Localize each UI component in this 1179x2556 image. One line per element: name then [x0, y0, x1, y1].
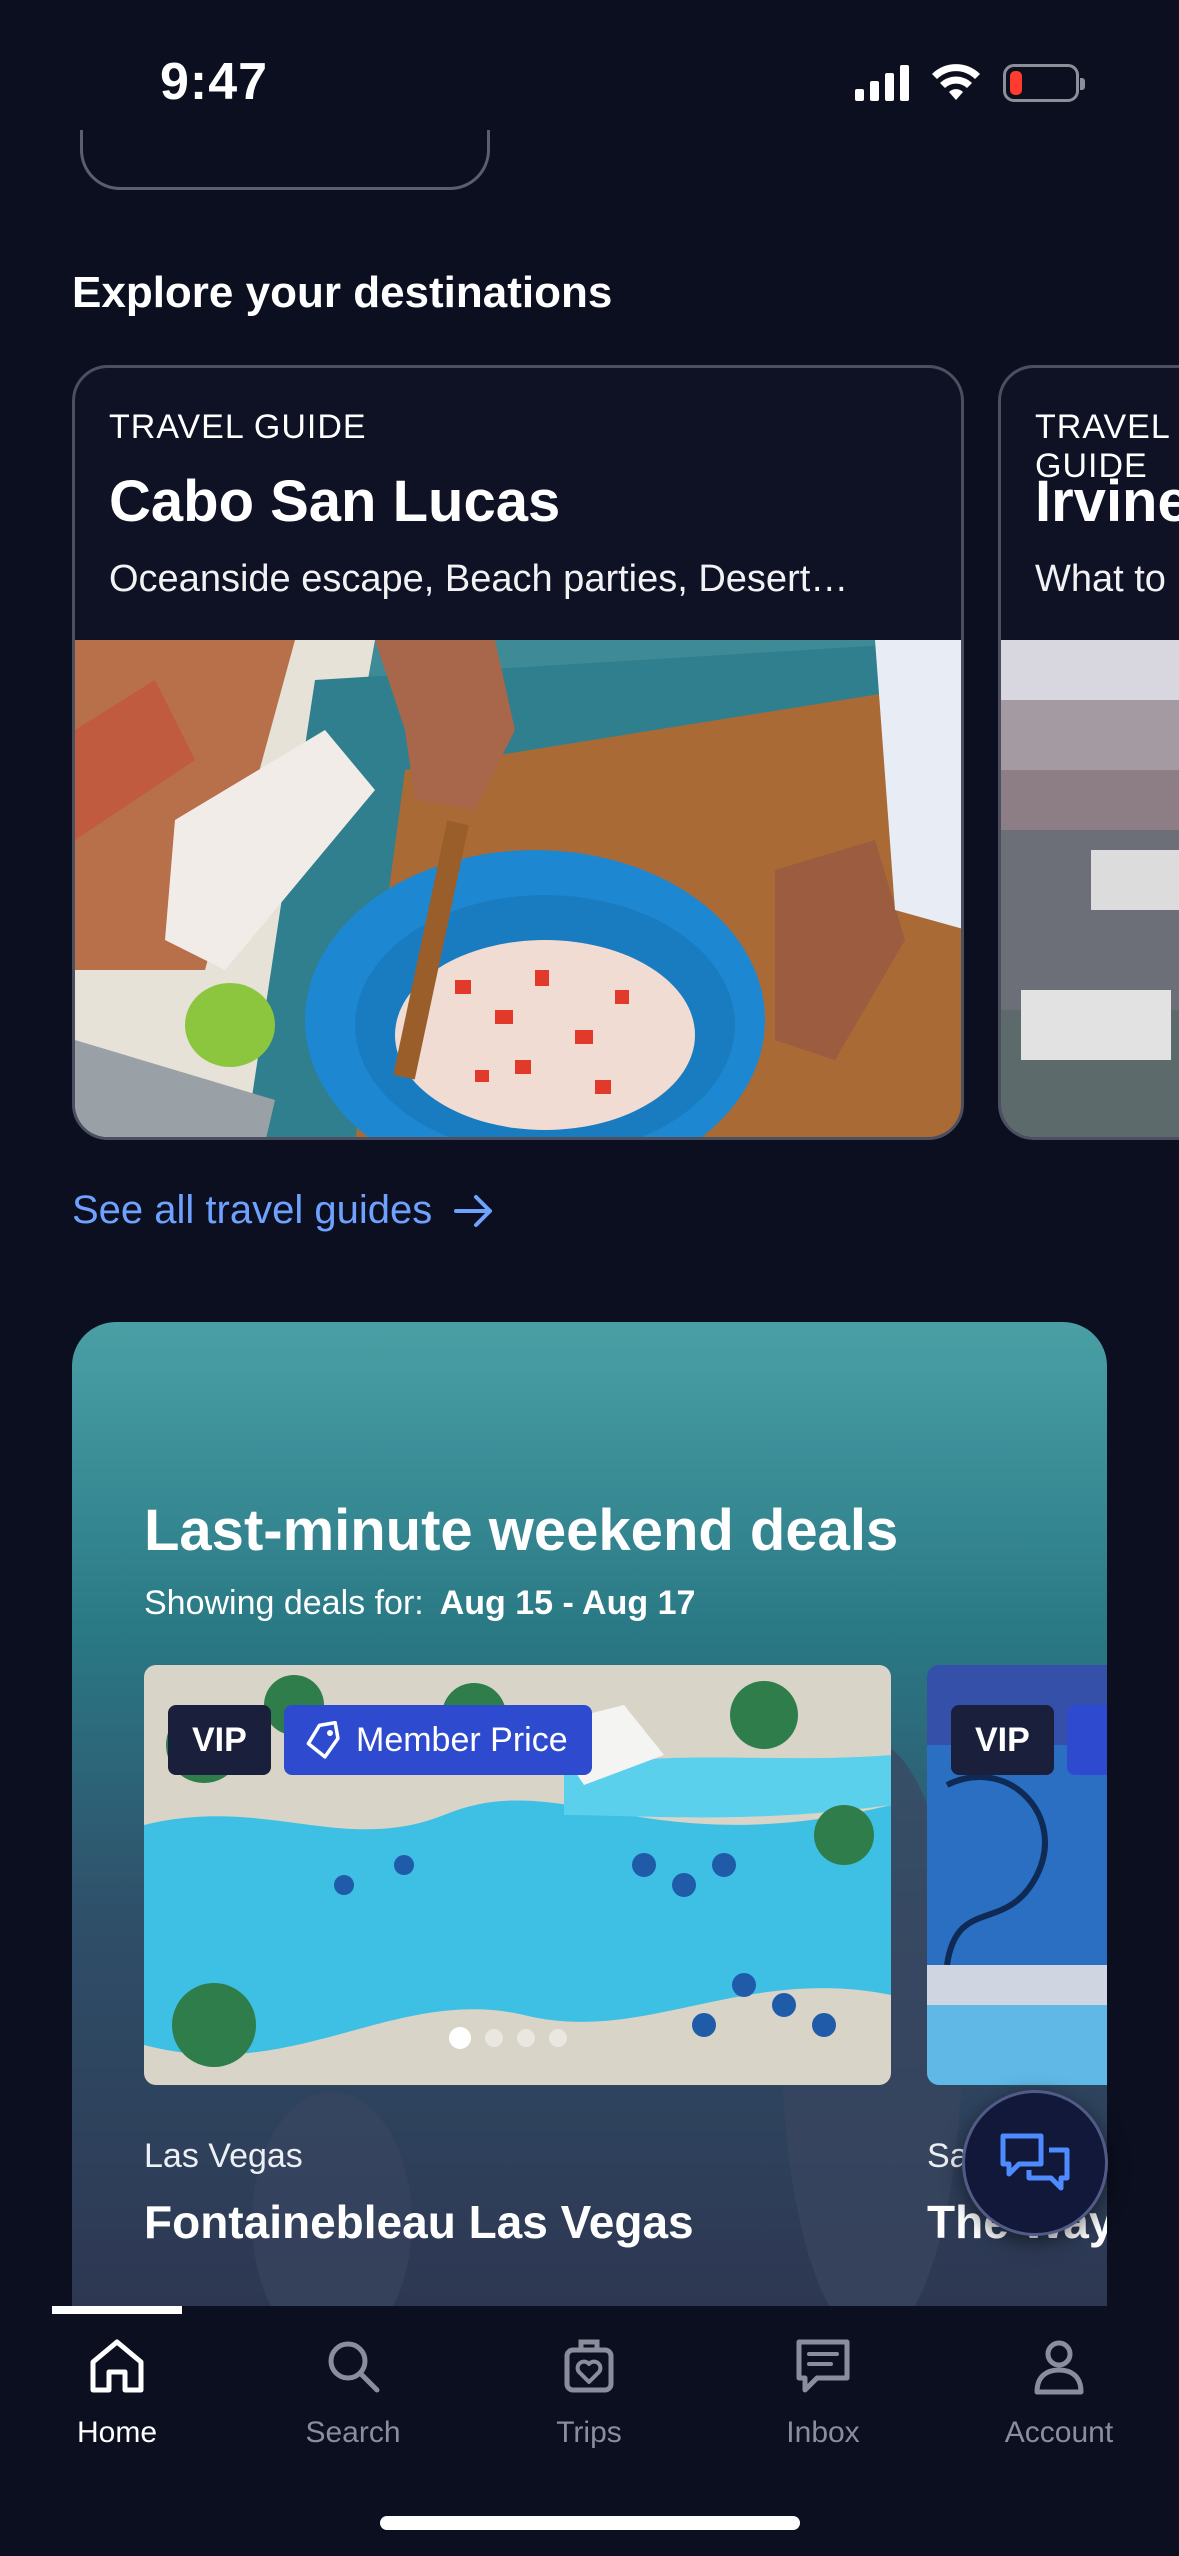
image-carousel-dots[interactable]	[449, 2027, 567, 2049]
message-icon	[796, 2339, 850, 2393]
app-screen: 9:47 Explore your destinations TRAVEL GU…	[0, 0, 1179, 2556]
status-bar: 9:47	[0, 0, 1179, 150]
member-price-label: Member Price	[356, 1720, 568, 1759]
guide-kicker: TRAVEL GUIDE	[109, 408, 367, 446]
ceviche-photo	[75, 640, 961, 1137]
tab-account[interactable]: Account	[964, 2334, 1154, 2450]
tab-home[interactable]: Home	[22, 2334, 212, 2450]
tab-label: Account	[1004, 2416, 1114, 2449]
home-icon	[90, 2339, 144, 2393]
active-tab-indicator	[52, 2306, 182, 2314]
carousel-dot[interactable]	[549, 2029, 567, 2047]
search-icon	[328, 2341, 380, 2393]
tab-label: Search	[305, 2416, 401, 2449]
tab-inbox[interactable]: Inbox	[728, 2334, 918, 2450]
guide-title: Cabo San Lucas	[109, 469, 561, 534]
tab-trips[interactable]: Trips	[494, 2334, 684, 2450]
status-time: 9:47	[160, 53, 269, 111]
hotel-location: Las Vegas	[144, 2137, 303, 2175]
home-indicator[interactable]	[380, 2516, 800, 2530]
explore-section-title: Explore your destinations	[72, 268, 613, 317]
cellular-signal-icon	[855, 65, 909, 101]
guide-subtitle: What to	[1035, 558, 1166, 600]
hotel-card-image[interactable]: VIP	[927, 1665, 1107, 2085]
chat-bubbles-icon	[1000, 2133, 1070, 2191]
deals-title: Last-minute weekend deals	[144, 1498, 899, 1563]
person-icon	[1034, 2340, 1084, 2395]
carousel-dot[interactable]	[517, 2029, 535, 2047]
carousel-dot[interactable]	[449, 2027, 471, 2049]
deals-dates: Aug 15 - Aug 17	[439, 1584, 696, 1622]
tag-icon	[306, 1721, 340, 1759]
tab-label: Home	[76, 2416, 158, 2449]
guide-title: Irvine	[1035, 469, 1179, 534]
guide-subtitle: Oceanside escape, Beach parties, Desert…	[109, 558, 849, 600]
see-all-label: See all travel guides	[72, 1188, 433, 1232]
vip-badge: VIP	[951, 1705, 1054, 1775]
hotel-name[interactable]: Fontainebleau Las Vegas	[144, 2195, 694, 2249]
deals-date-range: Showing deals for: Aug 15 - Aug 17	[144, 1584, 695, 1623]
travel-guide-card-irvine[interactable]: TRAVEL GUIDE Irvine What to	[998, 365, 1179, 1140]
tab-label: Inbox	[786, 2416, 860, 2449]
see-all-travel-guides-link[interactable]: See all travel guides	[72, 1188, 494, 1233]
arrow-right-icon	[454, 1194, 493, 1227]
showing-deals-label: Showing deals for:	[144, 1584, 424, 1622]
chat-button[interactable]	[962, 2090, 1108, 2236]
carousel-dot[interactable]	[485, 2029, 503, 2047]
travel-guide-card-cabo[interactable]: TRAVEL GUIDE Cabo San Lucas Oceanside es…	[72, 365, 964, 1140]
tab-search[interactable]: Search	[258, 2334, 448, 2450]
vip-badge: VIP	[168, 1705, 271, 1775]
hotel-card-image[interactable]: VIP Member Price	[144, 1665, 891, 2085]
weekend-deals-card: Last-minute weekend deals Showing deals …	[72, 1322, 1107, 2332]
collapsed-search-field-edge	[80, 130, 490, 190]
status-icons	[855, 64, 1085, 102]
wifi-icon	[932, 64, 980, 100]
suitcase-heart-icon	[564, 2339, 614, 2393]
member-price-badge: Member Price	[284, 1705, 592, 1775]
city-aerial-photo	[1001, 640, 1179, 1137]
member-price-badge-partial	[1067, 1705, 1107, 1775]
battery-icon	[1003, 64, 1085, 102]
tab-label: Trips	[556, 2416, 622, 2449]
